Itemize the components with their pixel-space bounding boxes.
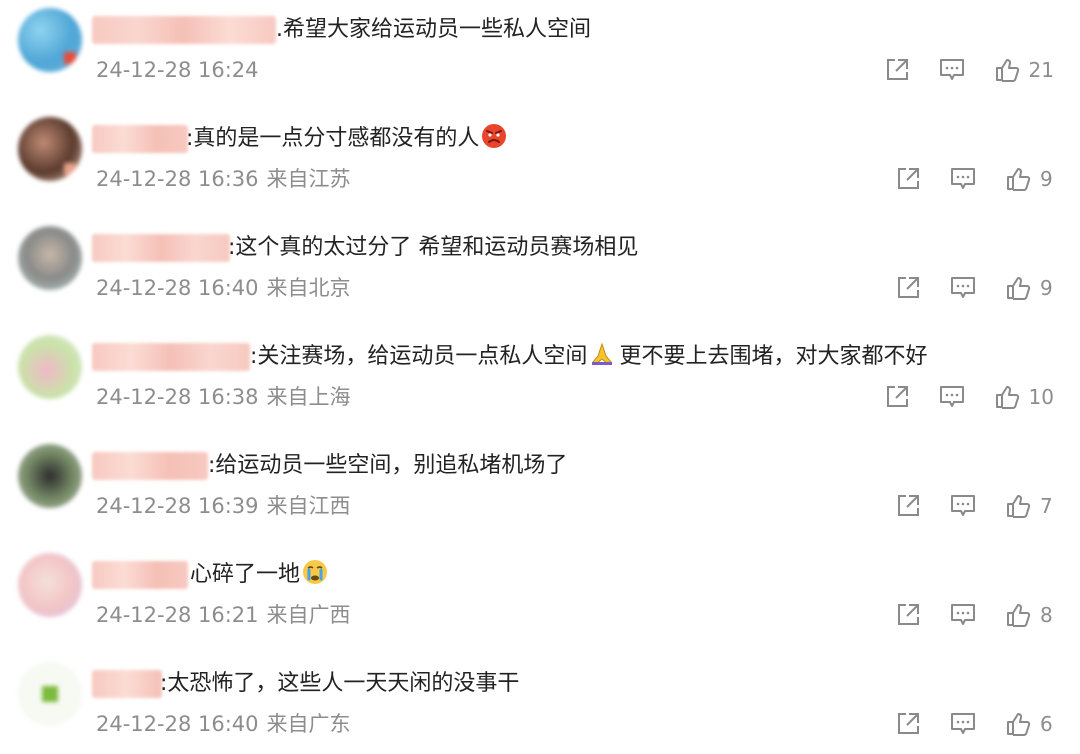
comment-icon[interactable] [949,710,977,738]
location: 来自广东 [266,712,351,736]
like-count: 6 [1040,712,1053,736]
comment-icon[interactable] [938,383,966,411]
comment-icon[interactable] [949,601,977,629]
like-count: 9 [1040,167,1053,191]
comment-meta: 24-12-28 16:38 来自上海 [96,381,351,413]
comment-item: :关注赛场，给运动员一点私人空间 更不要上去围堵，对大家都不好 24-12-28 … [0,327,1080,427]
thumbs-up-icon[interactable] [1004,601,1032,629]
comment-meta: 24-12-28 16:40 来自广东 [96,708,351,740]
crying-face-emoji [302,559,328,585]
username-blurred[interactable] [92,452,208,480]
comment-item: :太恐怖了，这些人一天天闲的没事干 24-12-28 16:40 来自广东 6 [0,654,1080,754]
avatar[interactable] [18,335,82,399]
username-blurred[interactable] [92,125,188,153]
comment-actions: 21 [883,52,1054,88]
thumbs-up-icon[interactable] [993,383,1021,411]
comment-actions: 6 [894,706,1054,742]
like-count: 9 [1040,276,1053,300]
comment-meta: 24-12-28 16:21 来自广西 [96,599,351,631]
comment-item: :真的是一点分寸感都没有的人 24-12-28 16:36 来自江苏 9 [0,109,1080,209]
comment-text: .希望大家给运动员一些私人空间 [276,17,592,42]
comment-text: :真的是一点分寸感都没有的人 [186,123,507,155]
share-icon[interactable] [883,383,911,411]
username-blurred[interactable] [92,343,250,371]
share-icon[interactable] [894,710,922,738]
comment-item: .希望大家给运动员一些私人空间 24-12-28 16:24 21 [0,0,1080,100]
username-blurred[interactable] [92,234,230,262]
timestamp: 24-12-28 16:24 [96,58,259,82]
thumbs-up-icon[interactable] [1004,165,1032,193]
share-icon[interactable] [883,56,911,84]
comment-text: :关注赛场，给运动员一点私人空间 更不要上去围堵，对大家都不好 [250,341,927,373]
comment-actions: 9 [894,161,1054,197]
location: 来自广西 [266,603,351,627]
timestamp: 24-12-28 16:21 [96,603,259,627]
comment-actions: 10 [883,379,1054,415]
timestamp: 24-12-28 16:39 [96,494,259,518]
avatar[interactable] [18,226,82,290]
like-count: 10 [1028,385,1054,409]
username-blurred[interactable] [92,561,188,589]
comment-text: :这个真的太过分了 希望和运动员赛场相见 [228,235,639,260]
comment-item: :给运动员一些空间，别追私堵机场了 24-12-28 16:39 来自江西 7 [0,436,1080,536]
thumbs-up-icon[interactable] [1004,274,1032,302]
username-blurred[interactable] [92,16,276,44]
angry-face-emoji [481,123,507,149]
comment-meta: 24-12-28 16:36 来自江苏 [96,163,351,195]
thumbs-up-icon[interactable] [993,56,1021,84]
comment-text: :太恐怖了，这些人一天天闲的没事干 [160,671,520,696]
thumbs-up-icon[interactable] [1004,492,1032,520]
avatar[interactable] [18,553,82,617]
comment-actions: 8 [894,597,1054,633]
location: 来自江西 [266,494,351,518]
comment-icon[interactable] [938,56,966,84]
timestamp: 24-12-28 16:40 [96,712,259,736]
share-icon[interactable] [894,165,922,193]
comment-meta: 24-12-28 16:39 来自江西 [96,490,351,522]
username-blurred[interactable] [92,670,162,698]
comment-meta: 24-12-28 16:40 来自北京 [96,272,351,304]
pray-hands-emoji [589,341,615,367]
location: 来自上海 [266,385,351,409]
comment-actions: 7 [894,488,1054,524]
like-count: 21 [1028,58,1054,82]
comment-item: :这个真的太过分了 希望和运动员赛场相见 24-12-28 16:40 来自北京 … [0,218,1080,318]
location: 来自江苏 [266,167,351,191]
avatar[interactable] [18,444,82,508]
timestamp: 24-12-28 16:38 [96,385,259,409]
share-icon[interactable] [894,274,922,302]
comment-text: :给运动员一些空间，别追私堵机场了 [208,453,568,478]
thumbs-up-icon[interactable] [1004,710,1032,738]
timestamp: 24-12-28 16:40 [96,276,259,300]
comment-text: 心碎了一地 [190,559,328,591]
timestamp: 24-12-28 16:36 [96,167,259,191]
avatar[interactable] [18,8,82,72]
share-icon[interactable] [894,492,922,520]
comment-actions: 9 [894,270,1054,306]
comment-icon[interactable] [949,274,977,302]
like-count: 7 [1040,494,1053,518]
comment-icon[interactable] [949,165,977,193]
avatar[interactable] [18,662,82,726]
location: 来自北京 [266,276,351,300]
comment-icon[interactable] [949,492,977,520]
share-icon[interactable] [894,601,922,629]
comment-item: 心碎了一地 24-12-28 16:21 来自广西 8 [0,545,1080,645]
avatar[interactable] [18,117,82,181]
like-count: 8 [1040,603,1053,627]
comment-meta: 24-12-28 16:24 [96,54,259,86]
